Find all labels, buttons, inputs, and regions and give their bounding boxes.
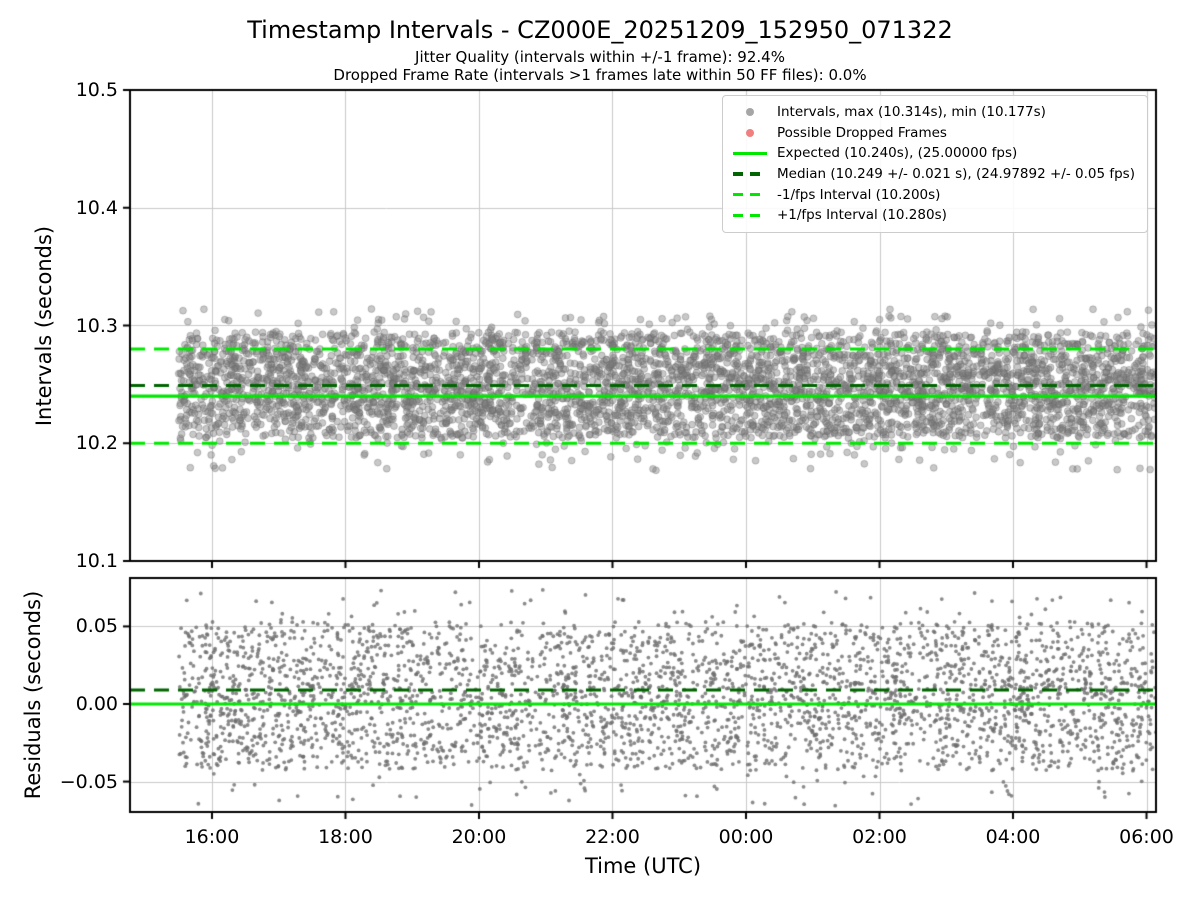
legend-rows: Intervals, max (10.314s), min (10.177s) P…	[731, 102, 1135, 226]
legend-item-label: Median (10.249 +/- 0.021 s), (24.97892 +…	[776, 166, 1135, 183]
x-tick-label: 04:00	[985, 826, 1041, 848]
legend-marker-shape	[732, 192, 767, 197]
legend-item: -1/fps Interval (10.200s)	[731, 184, 1135, 205]
x-tick-label: 16:00	[184, 826, 240, 848]
legend-item-label: Intervals, max (10.314s), min (10.177s)	[776, 104, 1046, 121]
legend-marker-shape	[745, 108, 754, 117]
y-tick-label: 10.2	[75, 432, 118, 455]
y-tick-label: 10.4	[75, 196, 118, 219]
legend-dashed-line-icon	[731, 192, 769, 197]
x-tick-label: 18:00	[318, 826, 373, 848]
legend-dashed-line-icon	[731, 213, 769, 217]
legend-item-label: Possible Dropped Frames	[776, 124, 947, 141]
y-tick-label: −0.05	[59, 770, 118, 793]
legend-box: Intervals, max (10.314s), min (10.177s) P…	[721, 95, 1148, 233]
legend-dashed-line-icon	[731, 172, 769, 176]
y-tick-label: 0.05	[75, 615, 118, 638]
x-tick-label: 02:00	[852, 826, 907, 848]
y-tick-label: 0.00	[75, 693, 118, 715]
legend-item: Possible Dropped Frames	[731, 123, 1135, 144]
x-tick-label: 00:00	[718, 826, 774, 848]
y-tick-label: 10.3	[75, 314, 118, 337]
legend-item-label: +1/fps Interval (10.280s)	[776, 207, 947, 224]
legend-marker-shape	[745, 128, 754, 137]
x-tick-label: 20:00	[451, 826, 507, 848]
legend-item: Expected (10.240s), (25.00000 fps)	[731, 143, 1135, 164]
legend-item: Intervals, max (10.314s), min (10.177s)	[731, 102, 1135, 123]
legend-dot-marker-icon	[731, 128, 769, 137]
legend-item: +1/fps Interval (10.280s)	[731, 205, 1135, 226]
legend-marker-shape	[732, 151, 767, 156]
legend-item-label: -1/fps Interval (10.200s)	[776, 186, 941, 203]
legend-solid-line-icon	[731, 151, 769, 156]
legend-dot-marker-icon	[731, 108, 769, 117]
x-tick-label: 06:00	[1119, 826, 1174, 848]
subtitle-jitter-quality: Jitter Quality (intervals within +/-1 fr…	[415, 48, 785, 66]
legend-marker-shape	[732, 213, 767, 217]
figure: Timestamp Intervals - CZ000E_20251209_15…	[0, 0, 1200, 900]
y-tick-label: 10.1	[75, 550, 118, 572]
x-tick-label: 22:00	[585, 826, 640, 848]
legend-item: Median (10.249 +/- 0.021 s), (24.97892 +…	[731, 164, 1135, 185]
legend-item-label: Expected (10.240s), (25.00000 fps)	[776, 145, 1018, 162]
time-x-axis-label: Time (UTC)	[584, 854, 702, 878]
legend-marker-shape	[732, 172, 767, 176]
chart-title: Timestamp Intervals - CZ000E_20251209_15…	[247, 16, 953, 44]
subtitle-dropped-frame-rate: Dropped Frame Rate (intervals >1 frames …	[333, 66, 867, 84]
y-tick-label: 10.5	[75, 79, 118, 101]
